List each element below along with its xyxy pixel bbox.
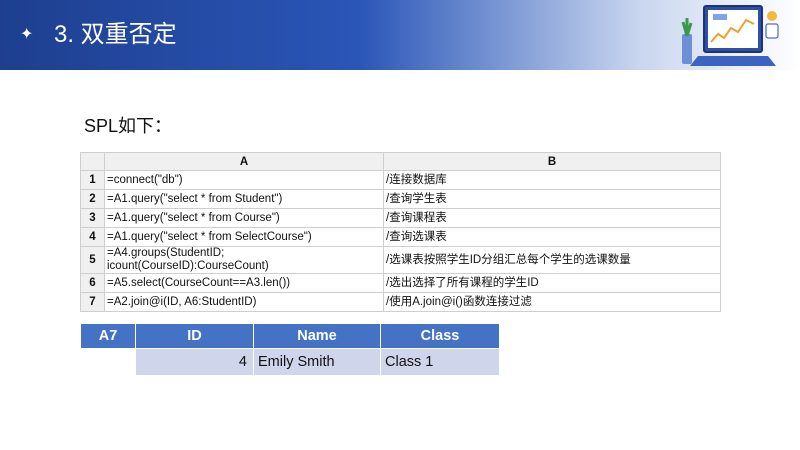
grid-row: 2 =A1.query("select * from Student") /查询… (80, 189, 721, 209)
cell-b5[interactable]: /选课表按照学生ID分组汇总每个学生的选课数量 (383, 246, 721, 274)
cell-b7[interactable]: /使用A.join@i()函数连接过滤 (383, 292, 721, 312)
cell-b2[interactable]: /查询学生表 (383, 189, 721, 209)
row-number[interactable]: 2 (80, 189, 105, 209)
cell-b4[interactable]: /查询选课表 (383, 227, 721, 247)
row-number[interactable]: 3 (80, 208, 105, 228)
table-row: 4 Emily Smith Class 1 (80, 348, 500, 376)
cell-b3[interactable]: /查询课程表 (383, 208, 721, 228)
result-cell-name[interactable]: Emily Smith (253, 348, 381, 376)
cell-a2[interactable]: =A1.query("select * from Student") (104, 189, 384, 209)
row-number[interactable]: 4 (80, 227, 105, 247)
result-header-cell: A7 (80, 323, 136, 349)
row-number[interactable]: 6 (80, 273, 105, 293)
row-number[interactable]: 5 (80, 246, 105, 274)
page-title: 3. 双重否定 (54, 21, 177, 48)
grid-corner (80, 152, 105, 171)
cell-b1[interactable]: /连接数据库 (383, 170, 721, 190)
grid-row: 5 =A4.groups(StudentID; icount(CourseID)… (80, 246, 721, 274)
cell-a4[interactable]: =A1.query("select * from SelectCourse") (104, 227, 384, 247)
column-header-b[interactable]: B (383, 152, 721, 171)
grid-row: 4 =A1.query("select * from SelectCourse"… (80, 227, 721, 247)
result-header-name: Name (253, 323, 381, 349)
grid-row: 1 =connect("db") /连接数据库 (80, 170, 721, 190)
star-icon: ✦ (20, 26, 34, 43)
cell-a1[interactable]: =connect("db") (104, 170, 384, 190)
cell-b6[interactable]: /选出选择了所有课程的学生ID (383, 273, 721, 293)
grid-row: 7 =A2.join@i(ID, A6:StudentID) /使用A.join… (80, 292, 721, 312)
result-cell-class[interactable]: Class 1 (380, 348, 500, 376)
row-number[interactable]: 7 (80, 292, 105, 312)
laptop-illustration-icon (681, 5, 779, 66)
cell-a5[interactable]: =A4.groups(StudentID; icount(CourseID):C… (104, 246, 384, 274)
result-header-class: Class (380, 323, 500, 349)
row-number[interactable]: 1 (80, 170, 105, 190)
grid-row: 3 =A1.query("select * from Course") /查询课… (80, 208, 721, 228)
cell-a3[interactable]: =A1.query("select * from Course") (104, 208, 384, 228)
cell-a5-line1: =A4.groups(StudentID; (107, 247, 225, 259)
grid-row: 6 =A5.select(CourseCount==A3.len()) /选出选… (80, 273, 721, 293)
result-cell-id[interactable]: 4 (135, 348, 254, 376)
cell-a6[interactable]: =A5.select(CourseCount==A3.len()) (104, 273, 384, 293)
column-header-a[interactable]: A (104, 152, 384, 171)
cell-a5-line2: icount(CourseID):CourseCount) (107, 260, 269, 272)
result-header-id: ID (135, 323, 254, 349)
spl-code-grid: A B 1 =connect("db") /连接数据库 2 =A1.query(… (80, 152, 721, 312)
intro-text: SPL如下： (84, 116, 173, 136)
title-bar: ✦ 3. 双重否定 (0, 0, 800, 70)
result-table: A7 ID Name Class 4 Emily Smith Class 1 (80, 323, 500, 376)
result-empty-cell (80, 348, 136, 376)
cell-a7[interactable]: =A2.join@i(ID, A6:StudentID) (104, 292, 384, 312)
